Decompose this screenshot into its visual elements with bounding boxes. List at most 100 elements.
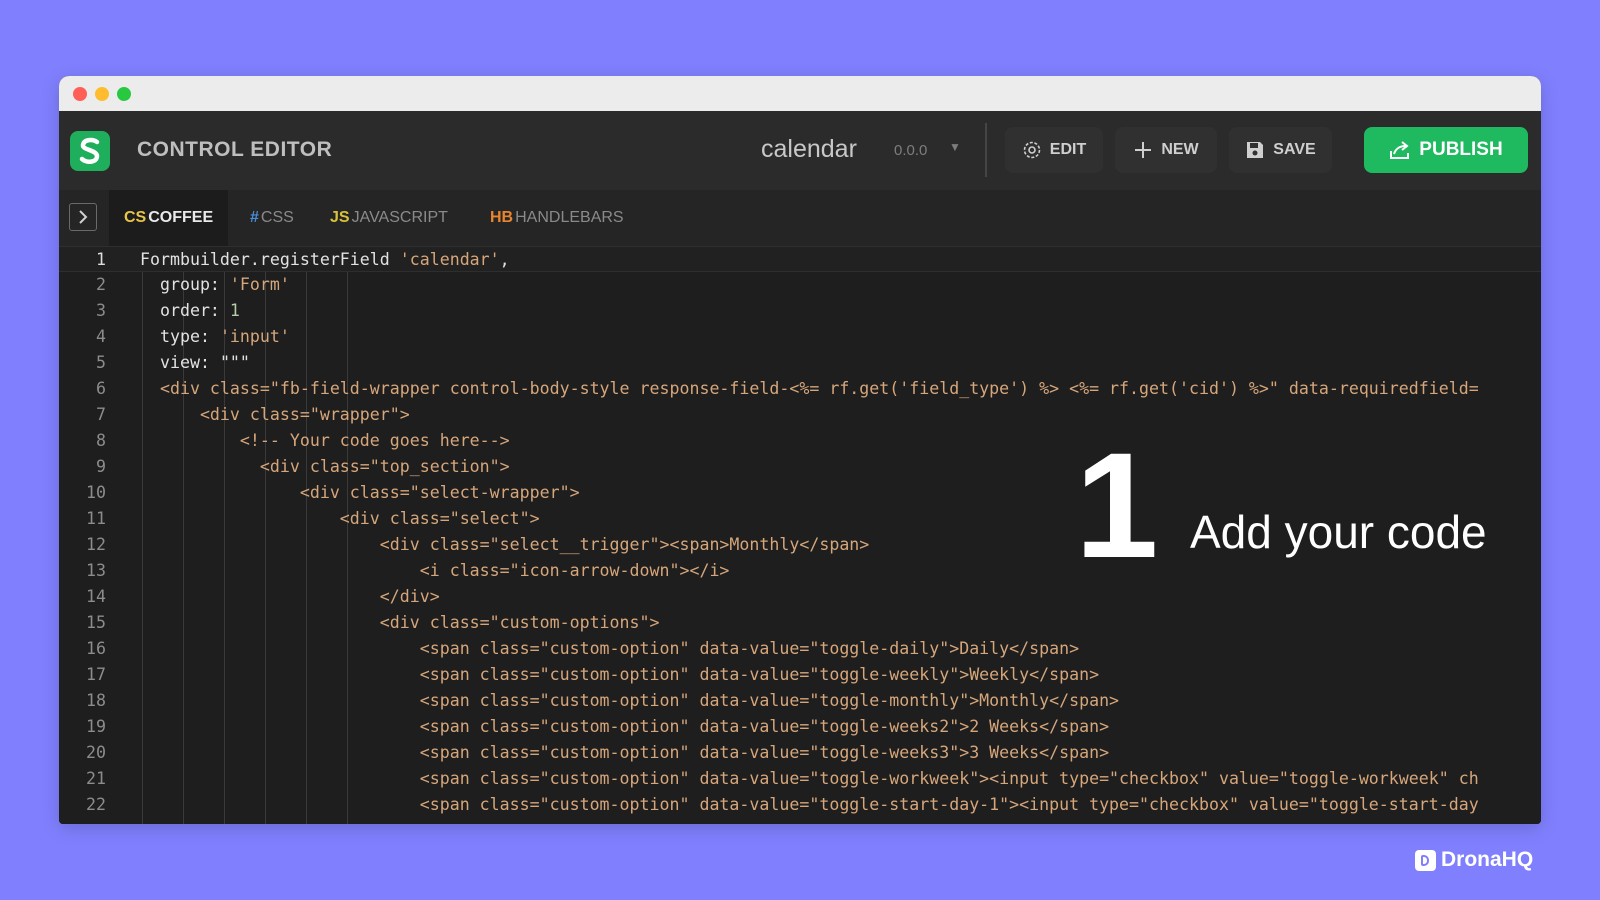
header-divider [985, 123, 987, 177]
code-line[interactable]: 14 </div> [59, 584, 1541, 610]
step-number: 1 [1075, 421, 1159, 589]
close-window-button[interactable] [73, 87, 87, 101]
floppy-disk-icon [1247, 142, 1264, 158]
line-number: 4 [96, 327, 106, 346]
version-selector[interactable]: 0.0.0 [894, 142, 927, 159]
code-text: <span class="custom-option" data-value="… [140, 740, 1109, 766]
code-text: <div class="fb-field-wrapper control-bod… [140, 376, 1479, 402]
code-line[interactable]: 17 <span class="custom-option" data-valu… [59, 662, 1541, 688]
dronahq-logo-icon [1415, 849, 1436, 871]
sidebar-toggle-button[interactable] [69, 203, 97, 231]
code-token: order: [140, 301, 230, 320]
line-number: 6 [96, 379, 106, 398]
code-token: """ [219, 353, 250, 372]
code-text: type: 'input' [140, 324, 290, 350]
tab-handlebars[interactable]: HB HANDLEBARS [475, 190, 639, 246]
code-text: <div class="top_section"> [140, 454, 510, 480]
code-token: <span class="custom-option" data-value="… [140, 769, 1479, 788]
code-token: <span class="custom-option" data-value="… [140, 743, 1110, 762]
code-line[interactable]: 7 <div class="wrapper"> [59, 402, 1541, 428]
code-line[interactable]: 16 <span class="custom-option" data-valu… [59, 636, 1541, 662]
code-token: <div class="select__trigger"><span>Month… [140, 535, 870, 554]
code-token: Formbuilder.registerField [140, 250, 400, 269]
css-tab-prefix: # [250, 209, 259, 226]
share-arrow-icon [1390, 141, 1410, 159]
code-text: view: """ [140, 350, 250, 376]
code-token: <div class="wrapper"> [140, 405, 410, 424]
coffee-tab-prefix: CS [124, 209, 147, 226]
tab-coffee[interactable]: CS COFFEE [109, 190, 229, 246]
line-number: 17 [86, 665, 106, 684]
code-text: <span class="custom-option" data-value="… [140, 636, 1079, 662]
handlebars-tab-label: HANDLEBARS [515, 209, 624, 226]
publish-button-label: PUBLISH [1419, 139, 1503, 160]
code-line[interactable]: 5 view: """ [59, 350, 1541, 376]
line-number: 3 [96, 301, 106, 320]
code-text: <i class="icon-arrow-down"></i> [140, 558, 730, 584]
save-button[interactable]: SAVE [1229, 127, 1332, 173]
code-token: view: [140, 353, 220, 372]
code-line[interactable]: 19 <span class="custom-option" data-valu… [59, 714, 1541, 740]
code-line[interactable]: 18 <span class="custom-option" data-valu… [59, 688, 1541, 714]
publish-button[interactable]: PUBLISH [1364, 127, 1528, 173]
tab-javascript[interactable]: JS JAVASCRIPT [315, 190, 463, 246]
code-text: order: 1 [140, 298, 240, 324]
code-token: <!-- Your code goes here--> [140, 431, 510, 450]
edit-button-label: EDIT [1049, 141, 1087, 158]
code-token: </div> [140, 587, 440, 606]
edit-button[interactable]: EDIT [1005, 127, 1103, 173]
gear-icon [1023, 141, 1041, 159]
code-text: <div class="select__trigger"><span>Month… [140, 532, 870, 558]
code-line[interactable]: 2 group: 'Form' [59, 272, 1541, 298]
code-line[interactable]: 21 <span class="custom-option" data-valu… [59, 766, 1541, 792]
code-line[interactable]: 1 Formbuilder.registerField 'calendar', [59, 246, 1541, 272]
line-number: 5 [96, 353, 106, 372]
line-number: 12 [86, 535, 106, 554]
code-text: <div class="select-wrapper"> [140, 480, 580, 506]
app-logo-icon [70, 131, 110, 171]
line-number: 15 [86, 613, 106, 632]
code-token: 1 [229, 301, 240, 320]
new-button[interactable]: NEW [1115, 127, 1217, 173]
maximize-window-button[interactable] [117, 87, 131, 101]
line-number: 7 [96, 405, 106, 424]
version-dropdown-icon[interactable]: ▼ [949, 140, 961, 154]
minimize-window-button[interactable] [95, 87, 109, 101]
code-text: Formbuilder.registerField 'calendar', [140, 247, 510, 273]
code-text: <span class="custom-option" data-value="… [140, 688, 1119, 714]
code-line[interactable]: 15 <div class="custom-options"> [59, 610, 1541, 636]
code-line[interactable]: 20 <span class="custom-option" data-valu… [59, 740, 1541, 766]
code-token: group: [140, 275, 230, 294]
line-number: 9 [96, 457, 106, 476]
line-number: 1 [96, 250, 106, 269]
code-line[interactable]: 6 <div class="fb-field-wrapper control-b… [59, 376, 1541, 402]
code-line[interactable]: 13 <i class="icon-arrow-down"></i> [59, 558, 1541, 584]
code-token: , [499, 250, 510, 269]
line-number: 21 [86, 769, 106, 788]
code-line[interactable]: 3 order: 1 [59, 298, 1541, 324]
code-line[interactable]: 8 <!-- Your code goes here--> [59, 428, 1541, 454]
code-line[interactable]: 4 type: 'input' [59, 324, 1541, 350]
code-token: <span class="custom-option" data-value="… [140, 717, 1110, 736]
code-line[interactable]: 10 <div class="select-wrapper"> [59, 480, 1541, 506]
code-line[interactable]: 22 <span class="custom-option" data-valu… [59, 792, 1541, 818]
line-number: 16 [86, 639, 106, 658]
code-text: <div class="wrapper"> [140, 402, 410, 428]
code-token: 'calendar' [399, 250, 500, 269]
annotation-text: Add your code [1190, 506, 1487, 558]
control-name[interactable]: calendar [761, 135, 857, 164]
code-token: <div class="custom-options"> [140, 613, 660, 632]
window-titlebar [59, 76, 1541, 111]
code-text: <div class="select"> [140, 506, 540, 532]
code-token: <div class="fb-field-wrapper control-bod… [140, 379, 1479, 398]
line-number: 18 [86, 691, 106, 710]
code-line[interactable]: 9 <div class="top_section"> [59, 454, 1541, 480]
line-number: 11 [86, 509, 106, 528]
coffee-tab-label: COFFEE [148, 209, 214, 226]
javascript-tab-prefix: JS [330, 209, 350, 226]
line-number: 13 [86, 561, 106, 580]
tab-css[interactable]: # CSS [235, 190, 309, 246]
code-token: 'input' [219, 327, 290, 346]
code-token: <i class="icon-arrow-down"></i> [140, 561, 730, 580]
code-text: <span class="custom-option" data-value="… [140, 792, 1479, 818]
